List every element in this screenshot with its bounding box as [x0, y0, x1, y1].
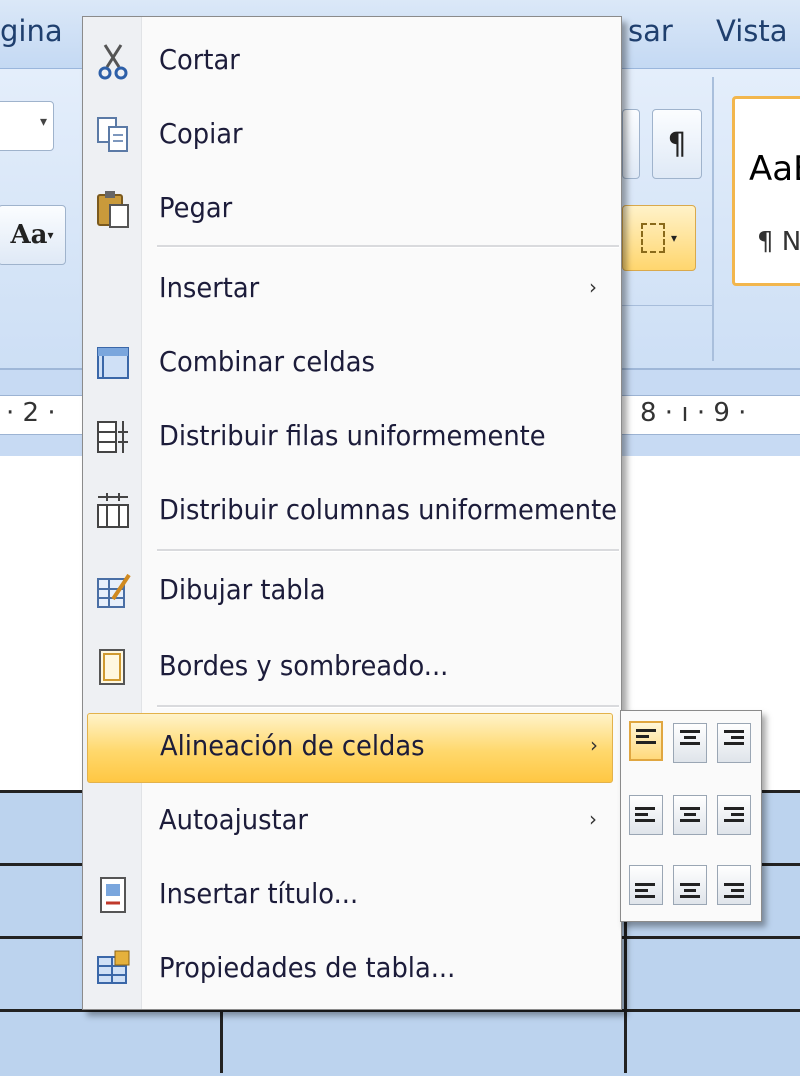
- menu-item-label: Combinar celdas: [159, 345, 375, 378]
- menu-item-label: Pegar: [159, 191, 233, 224]
- menu-item-label: Insertar título...: [159, 877, 359, 910]
- menu-item-draw-table[interactable]: Dibujar tabla: [83, 557, 621, 627]
- table-properties-icon: [97, 950, 130, 984]
- ruler-marks-left: · 2 ·: [6, 398, 56, 428]
- tab-review[interactable]: sar: [628, 14, 673, 48]
- menu-item-cut[interactable]: Cortar: [83, 27, 621, 97]
- table-column-line: [624, 922, 627, 1073]
- distribute-rows-icon: [97, 421, 128, 453]
- menu-item-label: Distribuir filas uniformemente: [159, 419, 546, 452]
- menu-item-table-properties[interactable]: Propiedades de tabla...: [83, 935, 621, 1005]
- table-column-line: [220, 1010, 223, 1073]
- align-middle-right-button[interactable]: [717, 795, 751, 835]
- pilcrow-icon: ¶: [667, 126, 687, 162]
- menu-item-distribute-rows[interactable]: Distribuir filas uniformemente: [83, 403, 621, 473]
- borders-shading-icon: [99, 649, 125, 685]
- menu-item-label: Autoajustar: [159, 803, 308, 836]
- tab-page-layout[interactable]: gina: [0, 14, 63, 48]
- menu-item-borders-shading[interactable]: Bordes y sombreado...: [83, 633, 621, 703]
- menu-item-paste[interactable]: Pegar: [83, 175, 621, 245]
- menu-item-label: Bordes y sombreado...: [159, 649, 449, 682]
- group-divider: [620, 305, 712, 306]
- group-separator: [712, 77, 714, 361]
- menu-item-merge-cells[interactable]: Combinar celdas: [83, 329, 621, 399]
- align-top-right-button[interactable]: [717, 723, 751, 763]
- menu-item-copy[interactable]: Copiar: [83, 101, 621, 171]
- menu-item-label: Insertar: [159, 271, 260, 304]
- submenu-arrow-icon: ›: [589, 275, 597, 299]
- menu-separator: [157, 705, 619, 708]
- menu-item-insert-caption[interactable]: Insertar título...: [83, 861, 621, 931]
- ruler-marks-right: 8 · ı · 9 ·: [640, 398, 747, 428]
- menu-item-label: Copiar: [159, 117, 243, 150]
- draw-table-icon: [97, 573, 131, 608]
- style-name: ¶ N: [757, 227, 800, 257]
- copy-icon: [97, 117, 128, 152]
- align-top-center-button[interactable]: [673, 723, 707, 763]
- align-bottom-right-button[interactable]: [717, 865, 751, 905]
- menu-item-label: Alineación de celdas: [160, 729, 425, 762]
- align-middle-left-button[interactable]: [629, 795, 663, 835]
- border-grid-icon: [640, 223, 665, 253]
- font-size-dropdown[interactable]: ▾: [0, 101, 54, 151]
- align-bottom-left-button[interactable]: [629, 865, 663, 905]
- distribute-columns-icon: [97, 493, 129, 528]
- cell-alignment-submenu: [620, 710, 762, 922]
- sort-button[interactable]: [622, 109, 640, 179]
- paste-icon: [97, 191, 129, 228]
- menu-separator: [157, 549, 619, 552]
- align-bottom-center-button[interactable]: [673, 865, 707, 905]
- submenu-arrow-icon: ›: [590, 733, 598, 757]
- show-formatting-button[interactable]: ¶: [652, 109, 702, 179]
- style-preview: AaB: [749, 149, 800, 189]
- menu-item-distribute-columns[interactable]: Distribuir columnas uniformemente: [83, 477, 621, 547]
- scissors-icon: [98, 44, 128, 80]
- menu-item-label: Distribuir columnas uniformemente: [159, 493, 618, 526]
- insert-caption-icon: [100, 877, 126, 913]
- menu-separator: [157, 245, 619, 248]
- menu-item-label: Cortar: [159, 43, 240, 76]
- submenu-arrow-icon: ›: [589, 807, 597, 831]
- styles-gallery[interactable]: AaB ¶ N: [732, 96, 800, 286]
- align-top-left-button[interactable]: [629, 721, 663, 761]
- table-context-menu: Cortar Copiar Pegar Insertar › Combinar: [82, 16, 622, 1010]
- align-middle-center-button[interactable]: [673, 795, 707, 835]
- menu-item-insert[interactable]: Insertar ›: [83, 255, 621, 325]
- menu-item-autofit[interactable]: Autoajustar ›: [83, 787, 621, 857]
- table-row[interactable]: [0, 1009, 800, 1076]
- merge-cells-icon: [97, 347, 129, 379]
- tab-view[interactable]: Vista: [716, 14, 788, 48]
- borders-button[interactable]: ▾: [622, 205, 696, 271]
- menu-item-cell-alignment[interactable]: Alineación de celdas ›: [87, 713, 613, 783]
- change-case-button[interactable]: Aa ▾: [0, 205, 66, 265]
- menu-item-label: Propiedades de tabla...: [159, 951, 456, 984]
- menu-item-label: Dibujar tabla: [159, 573, 326, 606]
